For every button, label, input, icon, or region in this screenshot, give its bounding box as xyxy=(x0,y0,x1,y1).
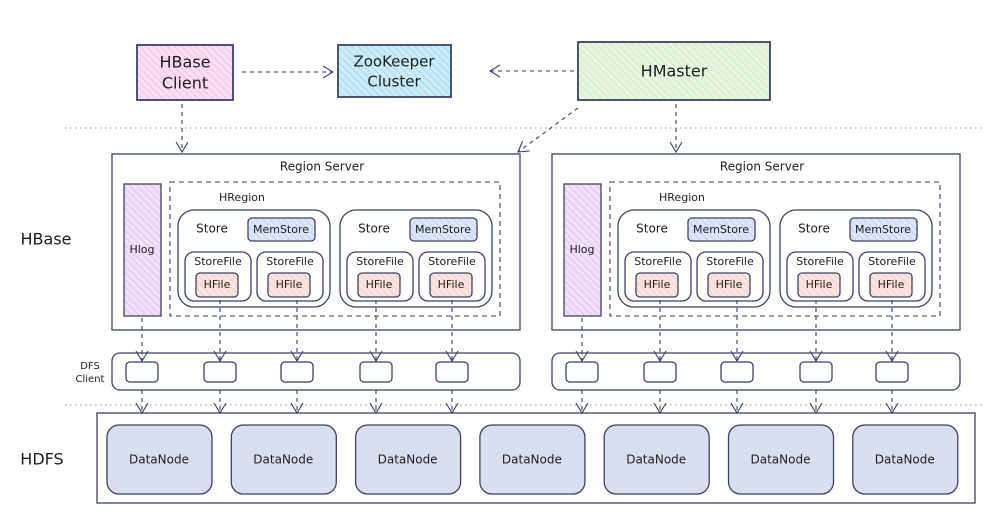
datanode-label: DataNode xyxy=(626,453,686,467)
dfs-client-node xyxy=(435,361,469,383)
hfile-label: HFile xyxy=(438,278,465,291)
store-label: Store xyxy=(196,222,228,236)
hfile-label: HFile xyxy=(204,278,231,291)
dfs-client-node xyxy=(203,361,237,383)
dfs-client-label: DFS xyxy=(80,361,100,372)
hregion-label: HRegion xyxy=(659,191,705,204)
storefile-label: StoreFile xyxy=(796,255,844,268)
dfs-client-node xyxy=(125,361,159,383)
hbase-architecture-diagram: HBase Client ZooKeeper Cluster HMaster HBase H… xyxy=(20,41,985,504)
store-label: Store xyxy=(358,222,390,236)
memstore-label: MemStore xyxy=(693,223,749,236)
store-label: Store xyxy=(798,222,830,236)
hfile-label: HFile xyxy=(276,278,303,291)
dfs-client-label: Client xyxy=(76,374,105,385)
datanode-label: DataNode xyxy=(129,453,189,467)
dfs-client-node xyxy=(643,361,677,383)
hdfs-layer-label: HDFS xyxy=(20,450,63,469)
hfile-label: HFile xyxy=(644,278,671,291)
hbase-client-label: Client xyxy=(162,74,208,93)
storefile-label: StoreFile xyxy=(706,255,754,268)
memstore-label: MemStore xyxy=(253,223,309,236)
hlog-label: Hlog xyxy=(129,243,154,256)
dfs-client-node xyxy=(720,361,754,383)
region-server-title: Region Server xyxy=(280,160,364,174)
hbase-layer-label: HBase xyxy=(21,230,72,249)
storefile-label: StoreFile xyxy=(194,255,242,268)
hfile-label: HFile xyxy=(366,278,393,291)
datanode-label: DataNode xyxy=(751,453,811,467)
datanode-label: DataNode xyxy=(253,453,313,467)
dfs-client-node xyxy=(875,361,909,383)
hbase-client-label: HBase xyxy=(160,53,211,72)
memstore-label: MemStore xyxy=(855,223,911,236)
datanode-label: DataNode xyxy=(875,453,935,467)
storefile-label: StoreFile xyxy=(266,255,314,268)
dfs-client-node xyxy=(280,361,314,383)
hmaster-to-regionserver1-arrow xyxy=(517,107,579,153)
hmaster-label: HMaster xyxy=(641,62,708,81)
hregion-label: HRegion xyxy=(219,191,265,204)
dfs-client-node xyxy=(359,361,393,383)
hfile-label: HFile xyxy=(878,278,905,291)
storefile-label: StoreFile xyxy=(868,255,916,268)
region-server-box xyxy=(111,153,521,331)
dfs-client-node xyxy=(565,361,599,383)
region-server-box xyxy=(551,153,961,331)
storefile-label: StoreFile xyxy=(634,255,682,268)
storefile-label: StoreFile xyxy=(428,255,476,268)
store-label: Store xyxy=(636,222,668,236)
datanode-label: DataNode xyxy=(502,453,562,467)
datanode-label: DataNode xyxy=(378,453,438,467)
hfile-label: HFile xyxy=(716,278,743,291)
zookeeper-label: Cluster xyxy=(367,73,421,91)
dfs-client-node xyxy=(799,361,833,383)
memstore-label: MemStore xyxy=(415,223,471,236)
zookeeper-label: ZooKeeper xyxy=(353,53,435,71)
storefile-label: StoreFile xyxy=(356,255,404,268)
region-server-title: Region Server xyxy=(720,160,804,174)
hfile-label: HFile xyxy=(806,278,833,291)
hlog-label: Hlog xyxy=(569,243,594,256)
